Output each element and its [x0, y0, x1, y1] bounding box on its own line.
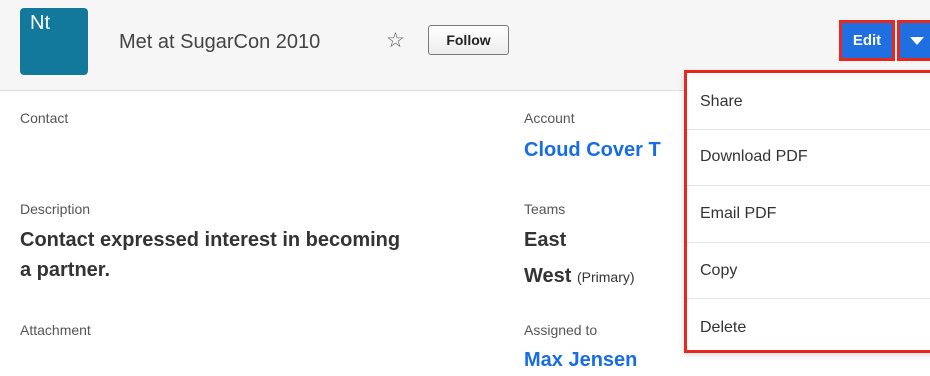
team-west: West (Primary) — [524, 265, 635, 288]
team-east: East — [524, 229, 567, 251]
star-outline-icon[interactable]: ☆ — [386, 27, 405, 55]
primary-tag: (Primary) — [576, 269, 635, 285]
team-west-name: West — [524, 265, 572, 287]
description-line-2: a partner. — [20, 259, 111, 281]
menu-item-download-pdf[interactable]: Download PDF — [687, 130, 930, 187]
menu-item-share[interactable]: Share — [687, 73, 930, 130]
contact-label: Contact — [20, 110, 69, 126]
account-link[interactable]: Cloud Cover T — [524, 139, 661, 162]
description-line-1: Contact expressed interest in becoming — [20, 229, 401, 251]
caret-down-icon — [910, 36, 924, 45]
teams-label: Teams — [524, 201, 566, 217]
description-label: Description — [20, 201, 91, 217]
menu-item-email-pdf[interactable]: Email PDF — [687, 186, 930, 243]
assigned-user-link[interactable]: Max Jensen — [524, 349, 637, 372]
follow-button[interactable]: Follow — [428, 25, 509, 55]
account-label: Account — [524, 110, 575, 126]
actions-dropdown-menu: Share Download PDF Email PDF Copy Delete — [684, 70, 930, 353]
menu-item-copy[interactable]: Copy — [687, 243, 930, 300]
menu-item-delete[interactable]: Delete — [687, 299, 930, 356]
assigned-to-label: Assigned to — [524, 322, 598, 338]
edit-button[interactable]: Edit — [839, 20, 895, 61]
record-title: Met at SugarCon 2010 — [119, 31, 321, 53]
module-icon: Nt — [20, 8, 88, 75]
actions-dropdown-toggle[interactable] — [897, 20, 930, 61]
attachment-label: Attachment — [20, 322, 91, 338]
